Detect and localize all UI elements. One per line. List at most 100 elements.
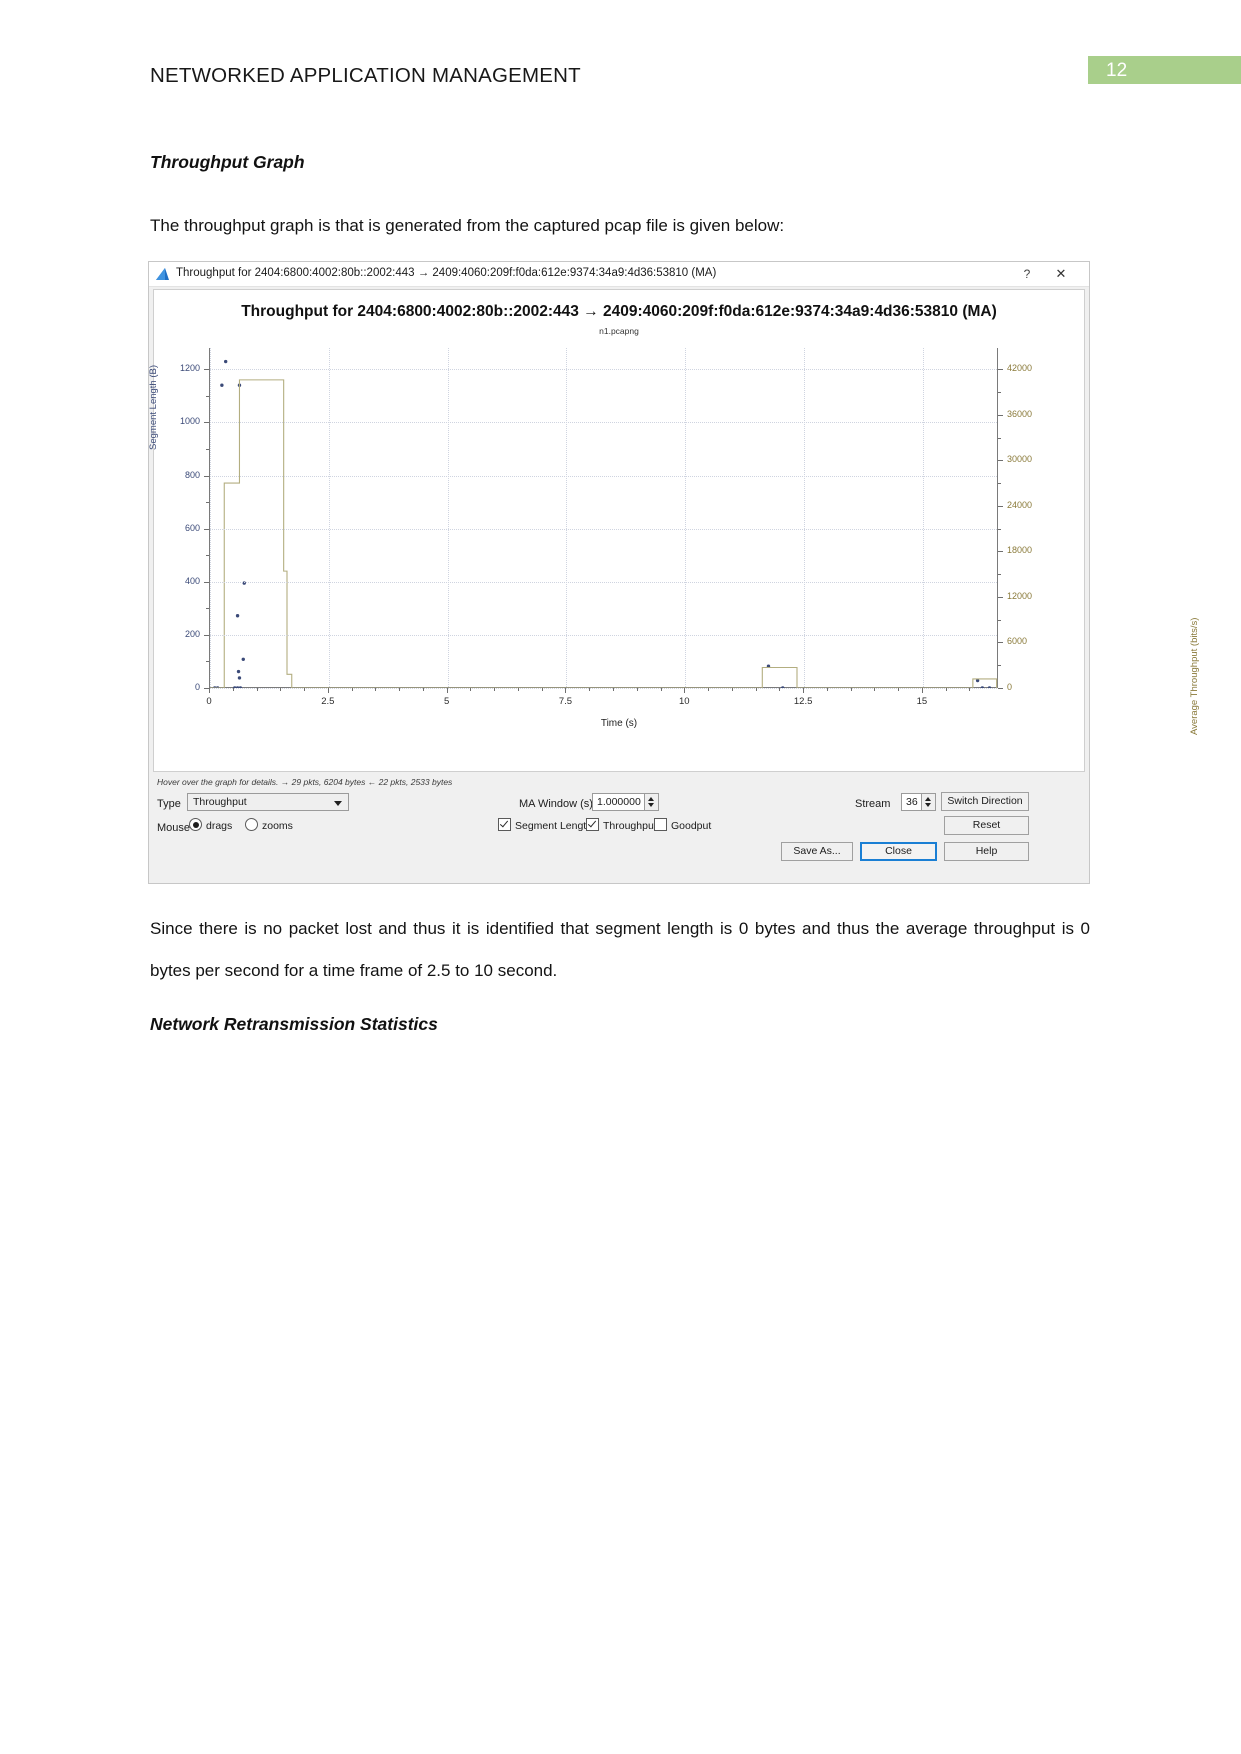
page-number-value: 12: [1106, 60, 1128, 81]
y-axis-tick-label: 0: [194, 682, 200, 692]
radio-unselected-icon: [245, 818, 258, 831]
x-axis-tick-label: 12.5: [793, 696, 813, 707]
x-axis-tick-label: 2.5: [321, 696, 335, 707]
titlebar-close-icon[interactable]: ✕: [1051, 266, 1071, 282]
x-axis-tick: [565, 688, 567, 693]
y2-axis-tick-label: 6000: [1007, 636, 1028, 647]
x-axis-minor-tick: [613, 688, 614, 691]
mouse-mode-zooms-label: zooms: [262, 820, 293, 832]
stepper-down-icon[interactable]: [648, 803, 654, 807]
y2-axis-tick: [998, 414, 1003, 416]
x-axis-minor-tick: [589, 688, 591, 691]
x-axis-tick-label: 7.5: [558, 696, 573, 707]
y2-axis-minor-tick: [998, 619, 1001, 621]
throughput-label: Throughput: [603, 820, 657, 832]
type-label: Type: [157, 798, 181, 810]
x-axis-minor-tick: [969, 688, 971, 691]
x-axis-tick-label: 10: [679, 696, 690, 707]
x-axis-tick: [446, 688, 448, 693]
x-axis-minor-tick: [304, 688, 306, 691]
hover-status-strip: Hover over the graph for details. → 29 p…: [157, 777, 453, 787]
stream-spinner[interactable]: 36: [901, 793, 936, 811]
ma-window-spinner[interactable]: 1.000000: [592, 793, 659, 811]
y-axis-tick-label: 200: [184, 628, 200, 639]
paragraph-intro: The throughput graph is that is generate…: [150, 216, 785, 235]
stream-stepper[interactable]: [921, 794, 935, 810]
mouse-label: Mouse: [157, 822, 191, 834]
gridline-vertical: [922, 348, 924, 687]
y-axis-minor-tick: [206, 608, 209, 610]
chart-subtitle: n1.pcapng: [599, 326, 639, 336]
y2-axis-tick-label: 0: [1007, 682, 1013, 692]
y-axis-tick-label: 400: [184, 575, 200, 586]
goodput-checkbox[interactable]: Goodput: [654, 818, 711, 834]
y-axis-minor-tick: [206, 661, 209, 663]
y2-axis-tick-label: 18000: [1007, 545, 1033, 556]
plot-panel[interactable]: Throughput for 2404:6800:4002:80b::2002:…: [148, 289, 1200, 772]
y-axis-minor-tick: [206, 448, 209, 450]
x-axis-minor-tick: [731, 688, 733, 691]
y-axis-tick: [204, 581, 209, 583]
series-segment-length-point: [237, 676, 242, 680]
x-axis-minor-tick: [280, 688, 282, 691]
ma-window-stepper[interactable]: [644, 794, 658, 810]
throughput-checkbox[interactable]: Throughput: [586, 818, 657, 834]
stream-value: 36: [906, 796, 918, 808]
series-segment-length-point: [223, 359, 228, 364]
reset-button[interactable]: Reset: [944, 816, 1029, 835]
x-axis-minor-tick: [375, 688, 377, 691]
gridline-vertical: [804, 348, 806, 687]
x-axis-tick: [921, 688, 923, 693]
segment-length-checkbox[interactable]: Segment Length: [498, 818, 592, 834]
x-axis-tick-label: 15: [916, 696, 928, 707]
x-axis-minor-tick: [826, 688, 828, 691]
y2-axis-minor-tick: [998, 483, 1001, 485]
ma-window-label: MA Window (s): [519, 798, 593, 810]
y-axis-tick: [204, 422, 209, 424]
ma-window-value: 1.000000: [597, 796, 641, 808]
stepper-up-icon[interactable]: [648, 797, 654, 801]
wireshark-app-icon: [156, 268, 169, 280]
x-axis-minor-tick: [755, 688, 757, 691]
segment-length-label: Segment Length: [515, 820, 593, 832]
stepper-down-icon[interactable]: [925, 803, 931, 807]
x-axis-minor-tick: [517, 688, 519, 691]
y2-axis-minor-tick: [998, 392, 1001, 394]
x-axis-tick-label: 5: [443, 696, 450, 707]
plot-area[interactable]: [209, 348, 998, 689]
y2-axis-tick: [998, 460, 1003, 462]
switch-direction-button[interactable]: Switch Direction: [941, 792, 1029, 811]
x-axis-tick-label: 0: [206, 696, 212, 707]
help-button[interactable]: Help: [944, 842, 1029, 861]
stepper-up-icon[interactable]: [925, 797, 931, 801]
x-axis-tick: [803, 688, 805, 693]
y2-axis-tick-label: 42000: [1007, 363, 1033, 374]
save-as-button[interactable]: Save As...: [781, 842, 853, 861]
mouse-mode-drags-radio[interactable]: drags: [189, 818, 232, 834]
y-axis-tick: [204, 528, 209, 530]
checkbox-checked-icon: [586, 818, 599, 831]
x-axis-minor-tick: [494, 688, 496, 691]
x-axis-minor-tick: [898, 688, 900, 691]
series-segment-length-point: [220, 383, 224, 387]
x-axis-minor-tick: [636, 688, 638, 691]
close-button[interactable]: Close: [860, 842, 937, 861]
y2-axis-tick: [998, 505, 1003, 507]
y2-axis-minor-tick: [998, 528, 1001, 530]
y-axis-minor-tick: [206, 502, 209, 504]
x-axis-tick: [209, 688, 210, 693]
y2-axis-minor-tick: [998, 574, 1001, 576]
y2-axis-tick-label: 24000: [1007, 499, 1033, 510]
type-dropdown[interactable]: Throughput: [187, 793, 349, 811]
mouse-mode-zooms-radio[interactable]: zooms: [245, 818, 293, 834]
titlebar-help-icon[interactable]: ?: [1017, 266, 1037, 282]
y-axis-tick-label: 800: [184, 469, 200, 480]
gridline-vertical: [210, 348, 211, 687]
x-axis-minor-tick: [232, 688, 234, 691]
chart-title: Throughput for 2404:6800:4002:80b::2002:…: [241, 303, 997, 320]
x-axis-tick: [327, 688, 329, 693]
type-dropdown-value: Throughput: [193, 796, 247, 808]
y-axis-tick: [204, 369, 209, 371]
checkbox-checked-icon: [498, 818, 511, 831]
y-axis-minor-tick: [206, 555, 209, 557]
